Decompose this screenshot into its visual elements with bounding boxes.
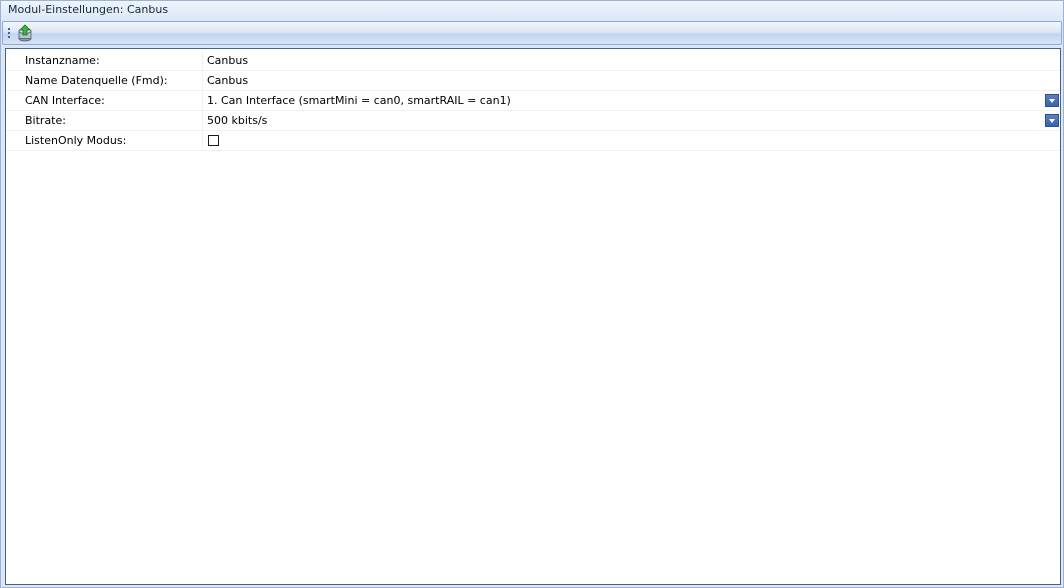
listenonly-checkbox[interactable]: [208, 135, 219, 146]
property-row-instanzname: Instanzname: Canbus: [6, 51, 1060, 71]
can-interface-dropdown-button[interactable]: [1045, 94, 1059, 107]
property-row-listenonly: ListenOnly Modus:: [6, 131, 1060, 151]
column-divider: [202, 71, 203, 90]
property-label: ListenOnly Modus:: [25, 134, 127, 147]
property-label: CAN Interface:: [25, 94, 105, 107]
property-grid: Instanzname: Canbus Name Datenquelle (Fm…: [5, 48, 1061, 585]
column-divider: [202, 51, 203, 70]
can-interface-value[interactable]: 1. Can Interface (smartMini = can0, smar…: [207, 94, 511, 107]
column-divider: [202, 111, 203, 130]
property-row-datenquelle: Name Datenquelle (Fmd): Canbus: [6, 71, 1060, 91]
instanzname-value[interactable]: Canbus: [207, 54, 248, 67]
bitrate-dropdown-button[interactable]: [1045, 114, 1059, 127]
window-title: Modul-Einstellungen: Canbus: [8, 3, 169, 16]
column-divider: [202, 91, 203, 110]
toolbar-grip-icon[interactable]: [8, 27, 10, 40]
column-divider: [202, 131, 203, 150]
toolbar: [2, 21, 1062, 45]
property-label: Bitrate:: [25, 114, 66, 127]
upload-button[interactable]: [15, 24, 35, 43]
module-settings-window: Modul-Einstellungen: Canbus Instanzname:…: [0, 0, 1064, 588]
property-row-bitrate: Bitrate: 500 kbits/s: [6, 111, 1060, 131]
datenquelle-value[interactable]: Canbus: [207, 74, 248, 87]
property-row-can-interface: CAN Interface: 1. Can Interface (smartMi…: [6, 91, 1060, 111]
upload-database-icon: [18, 24, 32, 42]
bitrate-value[interactable]: 500 kbits/s: [207, 114, 267, 127]
title-bar: Modul-Einstellungen: Canbus: [1, 1, 1063, 20]
property-label: Name Datenquelle (Fmd):: [25, 74, 168, 87]
property-label: Instanzname:: [25, 54, 100, 67]
